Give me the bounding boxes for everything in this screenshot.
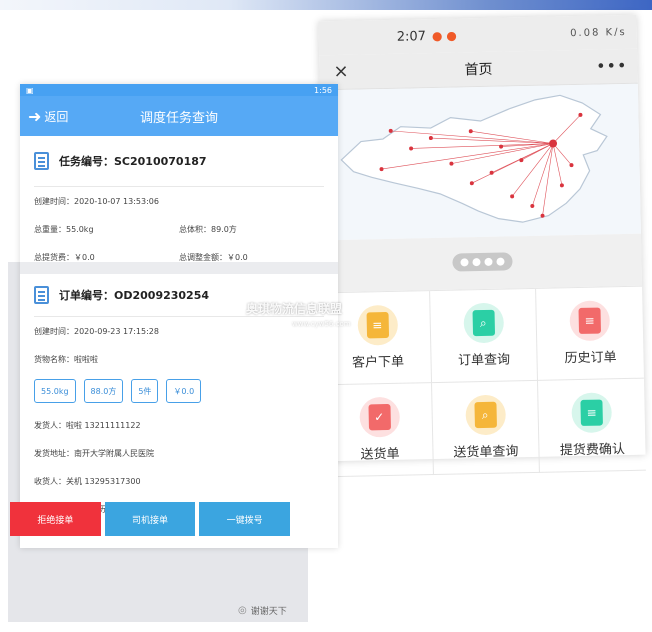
receiver: 收货人：关机 13295317300 xyxy=(34,476,141,486)
volume-chip: 88.0方 xyxy=(83,379,124,403)
brand-footer: ◎ 谢谢天下 xyxy=(238,604,287,617)
menu-label: 送货单 xyxy=(360,446,400,463)
document-icon xyxy=(34,286,49,304)
fee-chip: ￥0.0 xyxy=(166,379,202,403)
menu-label: 客户下单 xyxy=(351,354,405,371)
menu-grid: ≡ 客户下单 ⌕ 订单查询 ≡ 历史订单 ✓ 送货单 ⌕ 送货单查询 ≡ 提货费… xyxy=(324,285,646,478)
page-title: 首页 xyxy=(464,61,493,79)
driver-accept-button[interactable]: 司机接单 xyxy=(104,502,196,536)
task-created-time: 创建时间：2020-10-07 13:53:06 xyxy=(34,196,159,206)
goods-name: 货物名称：啦啦啦 xyxy=(34,354,98,364)
menu-label: 送货单查询 xyxy=(453,444,519,461)
task-metrics-row: 总重量：55.0kg 总体积：89.0方 xyxy=(34,215,324,243)
watermark: 奥琪物流信息联盟 xyxy=(246,302,343,316)
menu-label: 历史订单 xyxy=(564,350,617,367)
wechat-icon: ◎ xyxy=(238,605,247,616)
carousel-indicator-row xyxy=(323,233,643,293)
order-created-time: 创建时间：2020-09-23 17:15:28 xyxy=(34,326,159,336)
home-screen: 2:07 ● ● 0.08 K/s × 首页 ••• ≡ 客户下单 ⌕ 订单查询… xyxy=(318,14,646,478)
menu-label: 提货费确认 xyxy=(559,442,626,459)
document-icon xyxy=(34,152,49,170)
back-arrow-icon: ➜ xyxy=(28,107,42,126)
total-adjust-amount: 总调整金额：￥0.0 xyxy=(179,252,248,262)
weight-chip: 55.0kg xyxy=(34,379,76,403)
brand-name: 谢谢天下 xyxy=(250,607,287,617)
carousel-dot[interactable] xyxy=(496,257,505,266)
history-order-icon: ≡ xyxy=(569,300,611,342)
order-number: 订单编号：OD2009230254 xyxy=(59,289,210,302)
header: ➜ 返回 调度任务查询 xyxy=(20,96,338,136)
delivery-search-icon: ⌕ xyxy=(464,394,506,436)
task-card: 任务编号：SC2010070187 创建时间：2020-10-07 13:53:… xyxy=(20,136,338,271)
carousel-dot[interactable] xyxy=(472,258,481,267)
china-route-map xyxy=(319,83,641,241)
carousel-dots[interactable] xyxy=(452,252,513,272)
menu-item-fee-confirm[interactable]: ≡ 提货费确认 xyxy=(538,378,646,473)
app-icon: ▣ xyxy=(26,85,34,95)
menu-item-delivery-note[interactable]: ✓ 送货单 xyxy=(326,383,434,478)
total-volume: 总体积：89.0方 xyxy=(179,224,237,234)
status-bar: ▣ 1:56 xyxy=(20,84,338,96)
carousel-dot[interactable] xyxy=(484,257,493,266)
status-time: 1:56 xyxy=(314,85,332,95)
china-map-icon xyxy=(340,94,608,223)
total-pickup-fee: 总提货费：￥0.0 xyxy=(34,252,95,262)
shipper: 发货人：啦啦 13211111122 xyxy=(34,420,141,430)
order-metric-chips: 55.0kg 88.0方 5件 ￥0.0 xyxy=(34,379,324,403)
section-divider xyxy=(20,262,338,274)
delivery-note-icon: ✓ xyxy=(358,396,400,438)
reject-order-button[interactable]: 拒绝接单 xyxy=(10,502,101,536)
action-buttons: 拒绝接单 司机接单 一键拨号 xyxy=(10,502,291,536)
order-search-icon: ⌕ xyxy=(462,302,504,344)
order-form-icon: ≡ xyxy=(356,304,398,346)
back-button[interactable]: ➜ 返回 xyxy=(28,107,68,126)
more-icon[interactable]: ••• xyxy=(596,56,628,76)
task-header: 任务编号：SC2010070187 xyxy=(34,136,324,187)
ship-address: 发货地址：南开大学附属人民医院 xyxy=(34,448,154,458)
menu-item-delivery-query[interactable]: ⌕ 送货单查询 xyxy=(432,380,540,476)
menu-item-history-order[interactable]: ≡ 历史订单 xyxy=(536,286,644,381)
one-click-dial-button[interactable]: 一键拨号 xyxy=(199,502,291,536)
back-label: 返回 xyxy=(44,110,69,124)
menu-item-order-query[interactable]: ⌕ 订单查询 xyxy=(430,288,539,384)
carousel-dot[interactable] xyxy=(460,258,469,267)
notification-icons: ● ● xyxy=(431,28,457,44)
task-number: 任务编号：SC2010070187 xyxy=(59,155,207,168)
status-time: 2:07 xyxy=(396,28,427,45)
total-weight: 总重量：55.0kg xyxy=(34,224,94,234)
system-status: 0.08 K/s xyxy=(570,26,627,39)
fee-confirm-icon: ≡ xyxy=(571,392,613,434)
watermark-url: www.cyw56.com xyxy=(292,320,351,328)
pieces-chip: 5件 xyxy=(131,379,159,403)
top-decor-strip xyxy=(0,0,652,10)
close-icon[interactable]: × xyxy=(333,61,349,82)
menu-label: 订单查询 xyxy=(457,352,511,369)
